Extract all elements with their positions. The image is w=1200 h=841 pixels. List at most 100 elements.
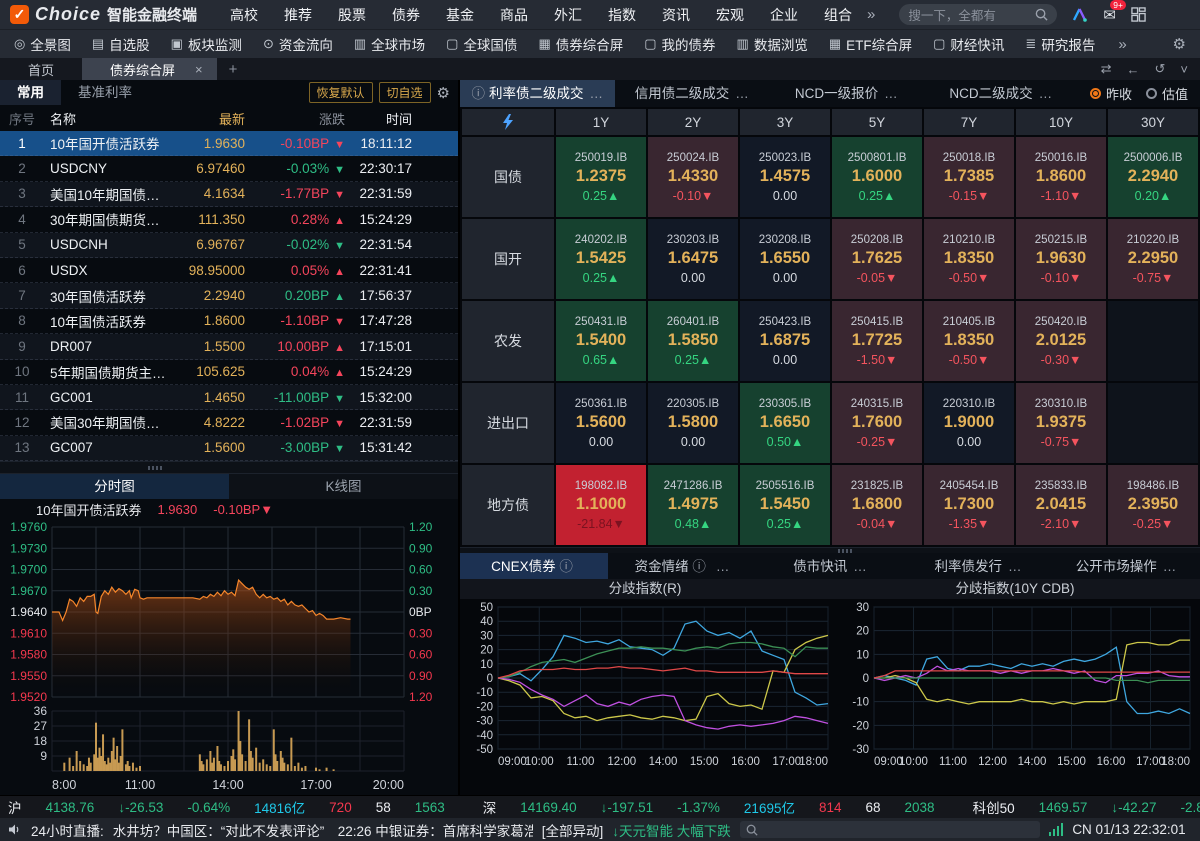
speaker-icon[interactable] bbox=[8, 823, 22, 836]
nav-item-股票[interactable]: 股票 bbox=[325, 5, 379, 25]
all-movers-button[interactable]: [全部异动] bbox=[542, 820, 604, 840]
bond-cell-210210.IB[interactable]: 210210.IB1.8350-0.50▼ bbox=[924, 219, 1014, 299]
bond-cell-250208.IB[interactable]: 250208.IB1.7625-0.05▼ bbox=[832, 219, 922, 299]
tab-bond-screen[interactable]: 债券综合屏× bbox=[82, 58, 217, 80]
toolbar-more-chevron[interactable]: » bbox=[1118, 36, 1126, 53]
horizontal-splitter[interactable] bbox=[0, 461, 458, 474]
watchlist-row[interactable]: 11GC0011.4650-11.00BP▼15:32:00 bbox=[0, 385, 458, 410]
ticker-search-box[interactable] bbox=[740, 821, 1040, 838]
bond-cell-250024.IB[interactable]: 250024.IB1.4330-0.10▼ bbox=[648, 137, 738, 217]
watchlist-row[interactable]: 6USDX98.950000.05%▲22:31:41 bbox=[0, 258, 458, 283]
bond-cell-250420.IB[interactable]: 250420.IB2.0125-0.30▼ bbox=[1016, 301, 1106, 381]
radio-估值[interactable]: 估值 bbox=[1146, 84, 1188, 103]
ai-assistant-icon[interactable] bbox=[1071, 7, 1088, 23]
nav-item-债券[interactable]: 债券 bbox=[379, 5, 433, 25]
bond-cell-2471286.IB[interactable]: 2471286.IB1.49750.48▲ bbox=[648, 465, 738, 545]
tab-more-icon[interactable]: … bbox=[1008, 559, 1022, 574]
ticker-text[interactable]: 水井坊？中国区：“对此不发表评论” 22:26 中银证券：首席科学家葛浩辞职 2… bbox=[113, 820, 533, 840]
toolbar-item-我的债券[interactable]: ▢我的债券 bbox=[644, 34, 715, 54]
bond-cell-250016.IB[interactable]: 250016.IB1.8600-1.10▼ bbox=[1016, 137, 1106, 217]
radio-昨收[interactable]: 昨收 bbox=[1090, 84, 1132, 103]
tab-minute-chart[interactable]: 分时图 bbox=[0, 474, 229, 499]
bond-cell-250423.IB[interactable]: 250423.IB1.68750.00 bbox=[740, 301, 830, 381]
tab-more-icon[interactable]: … bbox=[1039, 86, 1053, 101]
edit-layout-icon[interactable]: ⇄ bbox=[1101, 61, 1112, 77]
bond-cell-198082.IB[interactable]: 198082.IB1.1000-21.84▼ bbox=[556, 465, 646, 545]
bond-tab-利率债二级成交[interactable]: ⓘ利率债二级成交… bbox=[460, 80, 615, 107]
nav-item-外汇[interactable]: 外汇 bbox=[541, 5, 595, 25]
toolbar-item-数据浏览[interactable]: ▥数据浏览 bbox=[737, 34, 808, 54]
tab-more-icon[interactable]: … bbox=[716, 559, 730, 574]
watchlist-row[interactable]: 12美国30年期国债…4.8222-1.02BP▼22:31:59 bbox=[0, 410, 458, 435]
bond-cell-2505516.IB[interactable]: 2505516.IB1.54500.25▲ bbox=[740, 465, 830, 545]
tab-more-icon[interactable]: … bbox=[735, 86, 749, 101]
tab-kline-chart[interactable]: K线图 bbox=[229, 474, 458, 499]
tab-more-icon[interactable]: … bbox=[884, 86, 898, 101]
nav-item-高校[interactable]: 高校 bbox=[217, 5, 271, 25]
nav-item-资讯[interactable]: 资讯 bbox=[649, 5, 703, 25]
watchlist-row[interactable]: 3美国10年期国债…4.1634-1.77BP▼22:31:59 bbox=[0, 182, 458, 207]
refresh-icon[interactable]: ↺ bbox=[1155, 61, 1166, 77]
cnex-tab-公开市场操作[interactable]: 公开市场操作… bbox=[1052, 553, 1200, 580]
watchlist-row[interactable]: 810年国债活跃券1.8600-1.10BP▼17:47:28 bbox=[0, 309, 458, 334]
bond-cell-240315.IB[interactable]: 240315.IB1.7600-0.25▼ bbox=[832, 383, 922, 463]
bond-cell-235833.IB[interactable]: 235833.IB2.0415-2.10▼ bbox=[1016, 465, 1106, 545]
toolbar-item-全球国债[interactable]: ▢全球国债 bbox=[446, 34, 517, 54]
tab-benchmark-rates[interactable]: 基准利率 bbox=[61, 80, 149, 105]
tab-more-icon[interactable]: … bbox=[853, 559, 867, 574]
bond-cell-230208.IB[interactable]: 230208.IB1.65500.00 bbox=[740, 219, 830, 299]
toolbar-item-债券综合屏[interactable]: ▦债券综合屏 bbox=[538, 34, 623, 54]
back-arrow-icon[interactable]: ← bbox=[1127, 62, 1140, 77]
search-box[interactable]: 搜一下，全都有 bbox=[899, 4, 1057, 25]
tab-more-icon[interactable]: … bbox=[1163, 559, 1177, 574]
app-logo[interactable]: ✓ Choice 智能金融终端 bbox=[10, 4, 197, 25]
nav-item-商品[interactable]: 商品 bbox=[487, 5, 541, 25]
nav-item-推荐[interactable]: 推荐 bbox=[271, 5, 325, 25]
bond-cell-2500801.IB[interactable]: 2500801.IB1.60000.25▲ bbox=[832, 137, 922, 217]
bond-cell-250431.IB[interactable]: 250431.IB1.54000.65▲ bbox=[556, 301, 646, 381]
watchlist-row[interactable]: 430年期国债期货…111.3500.28%▲15:24:29 bbox=[0, 207, 458, 232]
cnex-tab-资金情绪[interactable]: 资金情绪 ⓘ… bbox=[608, 553, 756, 580]
nav-item-指数[interactable]: 指数 bbox=[595, 5, 649, 25]
settings-gear-icon[interactable]: ⚙ bbox=[1173, 35, 1186, 53]
bond-cell-250018.IB[interactable]: 250018.IB1.7385-0.15▼ bbox=[924, 137, 1014, 217]
tab-home[interactable]: 首页 bbox=[0, 58, 82, 80]
bond-cell-220305.IB[interactable]: 220305.IB1.58000.00 bbox=[648, 383, 738, 463]
bond-cell-260401.IB[interactable]: 260401.IB1.58500.25▲ bbox=[648, 301, 738, 381]
watchlist-row[interactable]: 13GC0071.5600-3.00BP▼15:31:42 bbox=[0, 436, 458, 461]
bond-cell-230310.IB[interactable]: 230310.IB1.9375-0.75▼ bbox=[1016, 383, 1106, 463]
bond-cell-240202.IB[interactable]: 240202.IB1.54250.25▲ bbox=[556, 219, 646, 299]
chevron-down-icon[interactable]: ˅ bbox=[1180, 62, 1188, 77]
stock-alert[interactable]: ↓天元智能 大幅下跌 bbox=[612, 820, 731, 840]
watchlist-row[interactable]: 105年期国债期货主…105.6250.04%▲15:24:29 bbox=[0, 360, 458, 385]
close-tab-icon[interactable]: × bbox=[195, 62, 203, 77]
bond-cell-220310.IB[interactable]: 220310.IB1.90000.00 bbox=[924, 383, 1014, 463]
bond-cell-2405454.IB[interactable]: 2405454.IB1.7300-1.35▼ bbox=[924, 465, 1014, 545]
nav-item-基金[interactable]: 基金 bbox=[433, 5, 487, 25]
apps-grid-icon[interactable] bbox=[1131, 7, 1146, 22]
bond-tab-信用债二级成交[interactable]: 信用债二级成交… bbox=[615, 80, 770, 107]
bond-cell-250215.IB[interactable]: 250215.IB1.9630-0.10▼ bbox=[1016, 219, 1106, 299]
watchlist-row[interactable]: 5USDCNH6.96767-0.02%▼22:31:54 bbox=[0, 233, 458, 258]
bond-tab-NCD一级报价[interactable]: NCD一级报价… bbox=[769, 80, 924, 107]
nav-item-企业[interactable]: 企业 bbox=[757, 5, 811, 25]
watchlist-row[interactable]: 2USDCNY6.97460-0.03%▼22:30:17 bbox=[0, 156, 458, 181]
toolbar-item-全景图[interactable]: ◎全景图 bbox=[14, 34, 71, 54]
bond-cell-2500006.IB[interactable]: 2500006.IB2.29400.20▲ bbox=[1108, 137, 1198, 217]
nav-more-chevron[interactable]: » bbox=[867, 6, 875, 23]
bond-cell-230305.IB[interactable]: 230305.IB1.66500.50▲ bbox=[740, 383, 830, 463]
bond-cell-210220.IB[interactable]: 210220.IB2.2950-0.75▼ bbox=[1108, 219, 1198, 299]
toolbar-item-研究报告[interactable]: ≣研究报告 bbox=[1025, 34, 1095, 54]
toolbar-item-板块监测[interactable]: ▣板块监测 bbox=[171, 34, 242, 54]
cnex-tab-债市快讯[interactable]: 债市快讯… bbox=[756, 553, 904, 580]
horizontal-splitter[interactable] bbox=[460, 547, 1200, 553]
toolbar-item-ETF综合屏[interactable]: ▦ETF综合屏 bbox=[829, 34, 912, 54]
toolbar-item-财经快讯[interactable]: ▢财经快讯 bbox=[933, 34, 1004, 54]
toolbar-item-自选股[interactable]: ▤自选股 bbox=[92, 34, 150, 54]
nav-item-宏观[interactable]: 宏观 bbox=[703, 5, 757, 25]
bond-cell-230203.IB[interactable]: 230203.IB1.64750.00 bbox=[648, 219, 738, 299]
nav-item-组合[interactable]: 组合 bbox=[811, 5, 865, 25]
new-tab-button[interactable]: + bbox=[217, 58, 250, 80]
bond-cell-210405.IB[interactable]: 210405.IB1.8350-0.50▼ bbox=[924, 301, 1014, 381]
cnex-tab-CNEX债券[interactable]: CNEX债券 ⓘ bbox=[460, 553, 608, 580]
